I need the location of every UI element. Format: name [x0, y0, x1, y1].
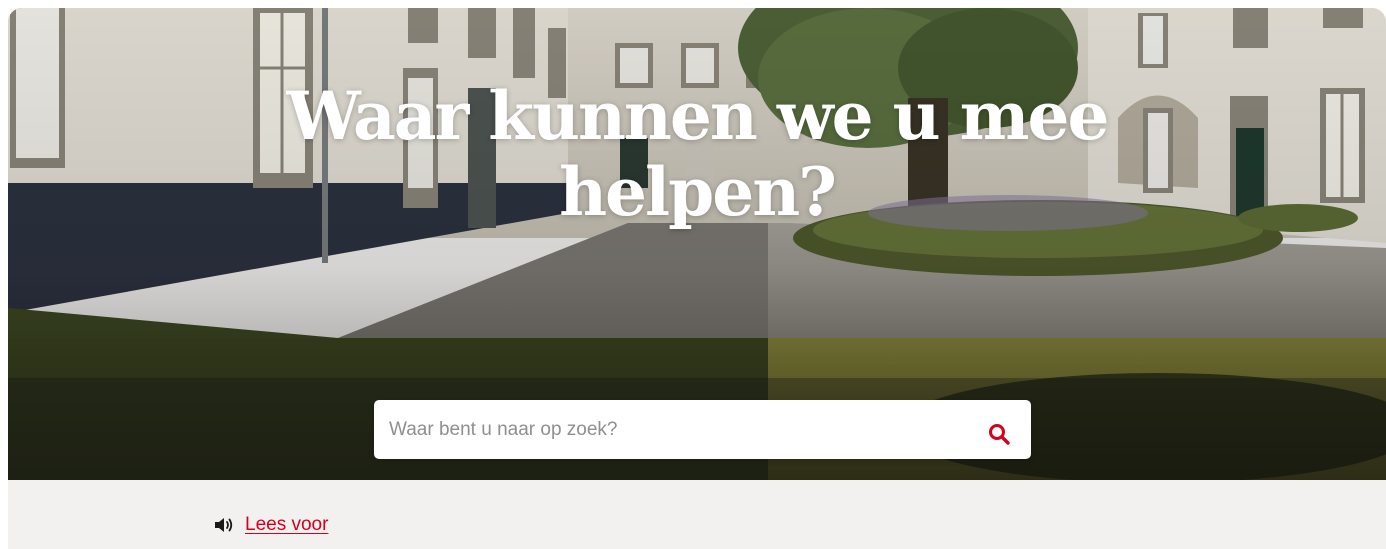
hero-banner: Waar kunnen we u mee helpen?: [8, 8, 1386, 480]
speaker-icon[interactable]: [214, 516, 234, 534]
search-bar: [374, 400, 1031, 459]
search-icon: [989, 423, 1010, 445]
search-button[interactable]: [979, 409, 1019, 449]
page-title-line2: helpen?: [559, 153, 837, 231]
page-title-line1: Waar kunnen we u mee: [286, 77, 1110, 155]
search-input[interactable]: [374, 400, 964, 459]
page-title: Waar kunnen we u mee helpen?: [8, 78, 1386, 230]
read-aloud: Lees voor: [214, 513, 328, 537]
read-aloud-link[interactable]: Lees voor: [245, 514, 328, 536]
page-frame: Waar kunnen we u mee helpen? Lees voor: [8, 8, 1386, 549]
